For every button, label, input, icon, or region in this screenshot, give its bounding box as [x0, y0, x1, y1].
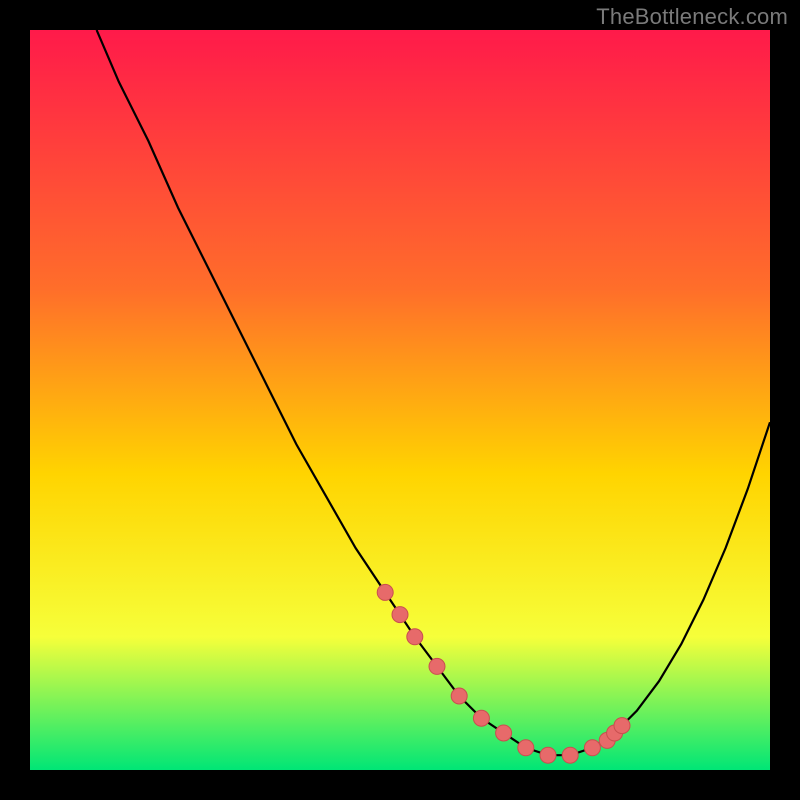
- marker-point: [518, 740, 534, 756]
- marker-point: [473, 710, 489, 726]
- marker-point: [584, 740, 600, 756]
- marker-point: [407, 629, 423, 645]
- plot-area: [30, 30, 770, 770]
- watermark-text: TheBottleneck.com: [596, 4, 788, 30]
- marker-point: [540, 747, 556, 763]
- marker-point: [392, 607, 408, 623]
- marker-point: [496, 725, 512, 741]
- marker-point: [562, 747, 578, 763]
- marker-point: [451, 688, 467, 704]
- gradient-background: [30, 30, 770, 770]
- marker-point: [377, 584, 393, 600]
- marker-point: [614, 718, 630, 734]
- chart-svg: [30, 30, 770, 770]
- marker-point: [429, 658, 445, 674]
- chart-frame: TheBottleneck.com: [0, 0, 800, 800]
